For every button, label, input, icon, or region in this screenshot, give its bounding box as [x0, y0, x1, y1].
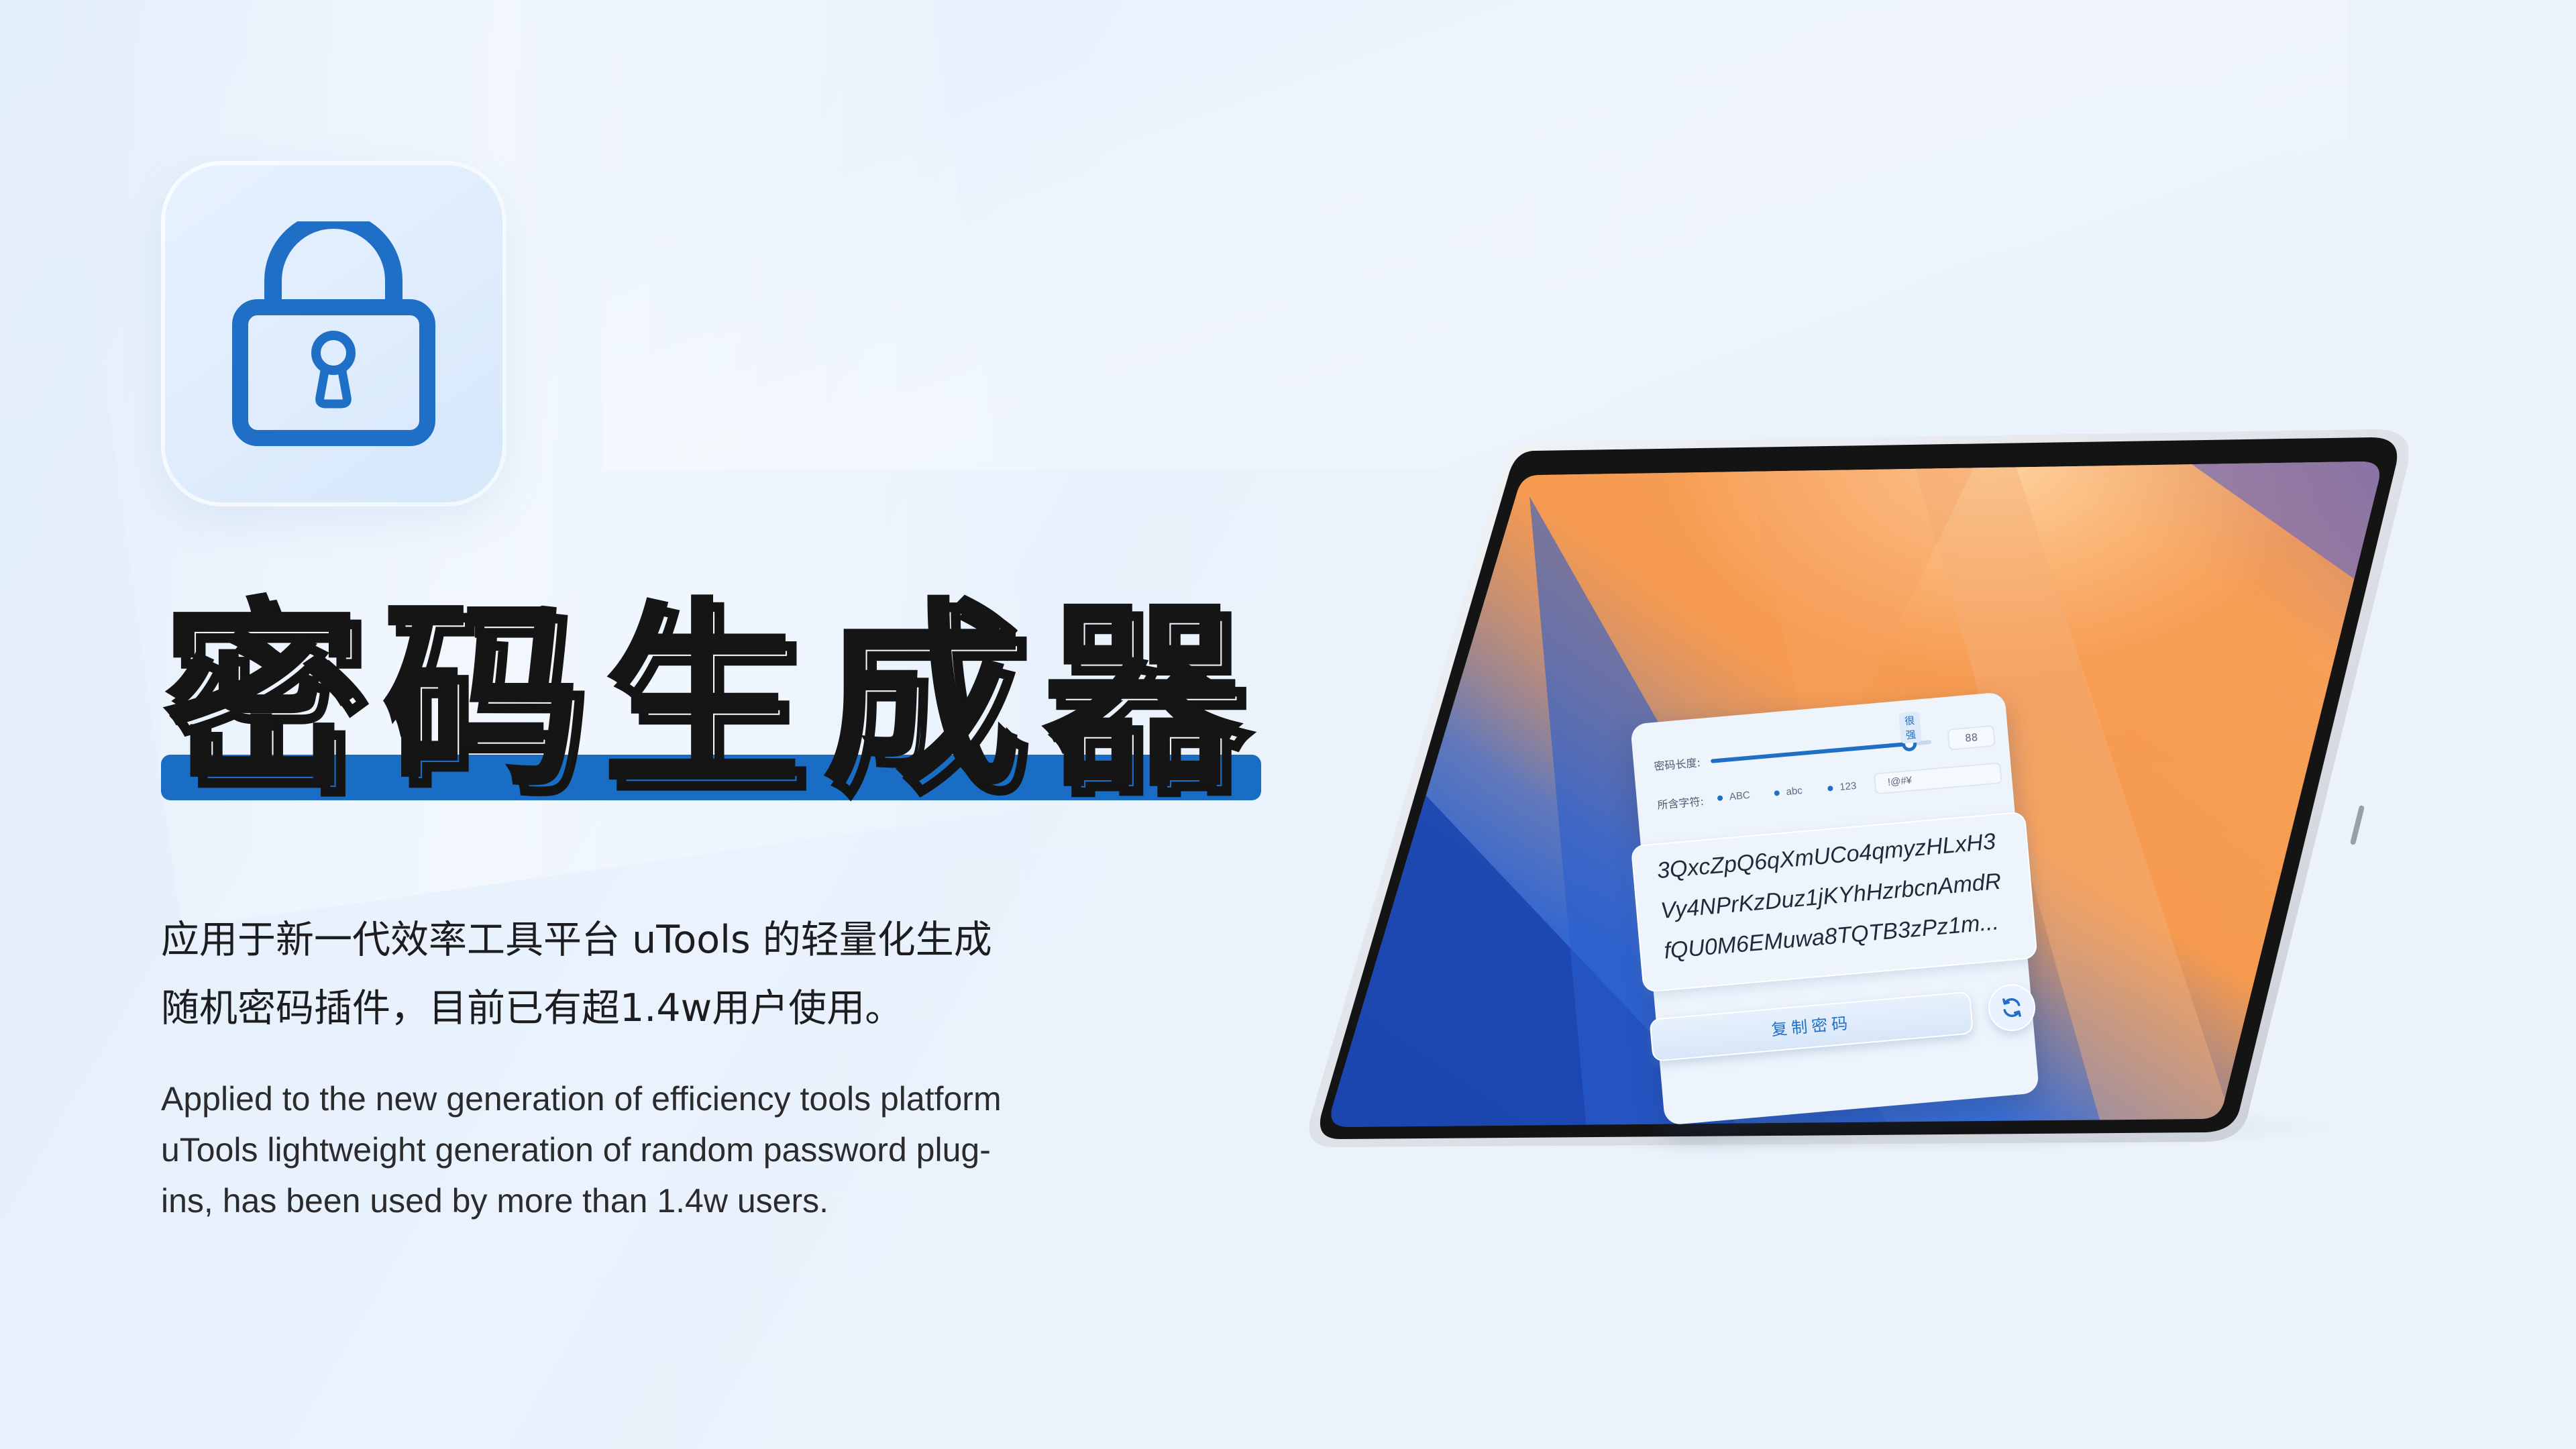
description-chinese-line: 随机密码插件，目前已有超1.4w用户使用。: [161, 986, 904, 1030]
description-chinese-line: 应用于新一代效率工具平台 uTools 的轻量化生成: [161, 918, 992, 962]
strength-badge: 很强: [1898, 711, 1922, 744]
headline: 密码生成器 密码生成器: [161, 577, 1261, 826]
description-english-line: ins, has been used by more than 1.4w use…: [161, 1182, 829, 1220]
length-input[interactable]: 88: [1947, 724, 1996, 751]
description-english-line: Applied to the new generation of efficie…: [161, 1080, 1002, 1118]
background-light-beam: [604, 0, 2348, 470]
description-english: Applied to the new generation of efficie…: [161, 1073, 1100, 1226]
description-english-line: uTools lightweight generation of random …: [161, 1131, 991, 1169]
app-icon-tile: [161, 161, 506, 506]
page-title: 密码生成器: [161, 580, 1261, 814]
description-chinese: 应用于新一代效率工具平台 uTools 的轻量化生成 随机密码插件，目前已有超1…: [161, 906, 1127, 1042]
refresh-icon: [2002, 998, 2021, 1018]
password-generator-window: 密码长度: 很强 88 所含字符: ABC abc 123 !@#¥ 3QxcZ…: [1630, 692, 2040, 1126]
lock-icon: [232, 221, 435, 446]
